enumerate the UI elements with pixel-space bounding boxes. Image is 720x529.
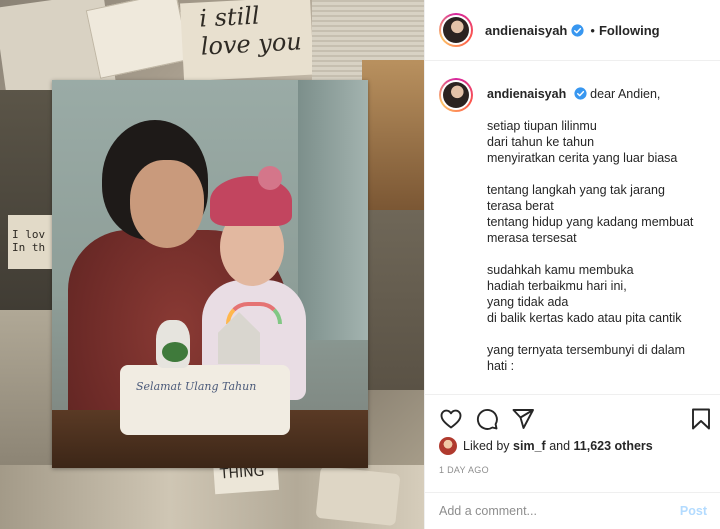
birthday-cake	[120, 365, 290, 435]
caption-text: andienaisyah dear Andien, setiap tiupan …	[487, 78, 693, 374]
caption-line: hati :	[487, 359, 515, 373]
caption-opening: dear Andien,	[590, 87, 661, 101]
post-side-panel: andienaisyah • Following andienaisyah de…	[424, 0, 720, 529]
caption-line	[487, 166, 693, 182]
collage-typed-note: I lov In th	[12, 228, 46, 254]
likes-prefix: Liked by	[463, 439, 510, 453]
caption-line: di balik kertas kado atau pita cantik	[487, 311, 682, 325]
caption-line: yang tidak ada	[487, 295, 569, 309]
collage-left-strip	[0, 90, 52, 320]
heart-icon[interactable]	[439, 407, 463, 431]
likes-middle: and	[549, 439, 571, 453]
comment-icon[interactable]	[475, 407, 499, 431]
header-separator: •	[590, 22, 595, 38]
verified-badge-icon	[574, 87, 587, 100]
post-header: andienaisyah • Following	[425, 0, 720, 61]
post-media[interactable]: i still love you I lov In th THING Selam…	[0, 0, 424, 529]
collage-handwriting: i still love you	[198, 1, 303, 61]
collage-tickets	[85, 0, 191, 79]
caption-line: terasa berat	[487, 199, 554, 213]
collage-scroll	[315, 465, 401, 527]
following-button[interactable]: Following	[599, 23, 660, 38]
vintage-birthday-photo: Selamat Ulang Tahun	[52, 80, 368, 468]
liker-avatar[interactable]	[439, 437, 457, 455]
action-bar: Liked by sim_f and 11,623 others 1 DAY A…	[425, 394, 720, 504]
caption-line	[487, 246, 693, 262]
likes-summary: Liked by sim_f and 11,623 others	[439, 437, 653, 455]
caption-lines: setiap tiupan lilinmu dari tahun ke tahu…	[487, 118, 693, 374]
liker-username[interactable]: sim_f	[513, 439, 546, 453]
caption-avatar[interactable]	[439, 78, 473, 112]
collage-flowers	[362, 210, 424, 390]
caption-line: menyiratkan cerita yang luar biasa	[487, 151, 678, 165]
comment-input[interactable]	[439, 504, 680, 518]
caption-area: andienaisyah dear Andien, setiap tiupan …	[425, 62, 720, 394]
caption-line	[487, 326, 693, 342]
caption-line: hadiah terbaikmu hari ini,	[487, 279, 627, 293]
caption-line: sudahkah kamu membuka	[487, 263, 634, 277]
post-comment-button[interactable]: Post	[680, 504, 707, 518]
verified-badge-icon	[571, 23, 584, 37]
caption-line: setiap tiupan lilinmu	[487, 119, 597, 133]
collage-portrait	[362, 60, 424, 210]
caption-line: dari tahun ke tahun	[487, 135, 595, 149]
post-timestamp[interactable]: 1 DAY AGO	[439, 465, 489, 475]
comment-bar: Post	[425, 492, 720, 529]
avatar[interactable]	[439, 13, 473, 47]
cake-writing: Selamat Ulang Tahun	[136, 380, 257, 393]
caption-line: merasa tersesat	[487, 231, 577, 245]
likes-others-link[interactable]: 11,623 others	[574, 439, 653, 453]
header-username[interactable]: andienaisyah	[485, 23, 567, 38]
caption-line: tentang langkah yang tak jarang	[487, 183, 665, 197]
caption-line: tentang hidup yang kadang membuat	[487, 215, 694, 229]
bookmark-icon[interactable]	[689, 407, 713, 431]
share-icon[interactable]	[511, 407, 535, 431]
caption-username[interactable]: andienaisyah	[487, 87, 566, 101]
caption-line: yang ternyata tersembunyi di dalam	[487, 343, 686, 357]
